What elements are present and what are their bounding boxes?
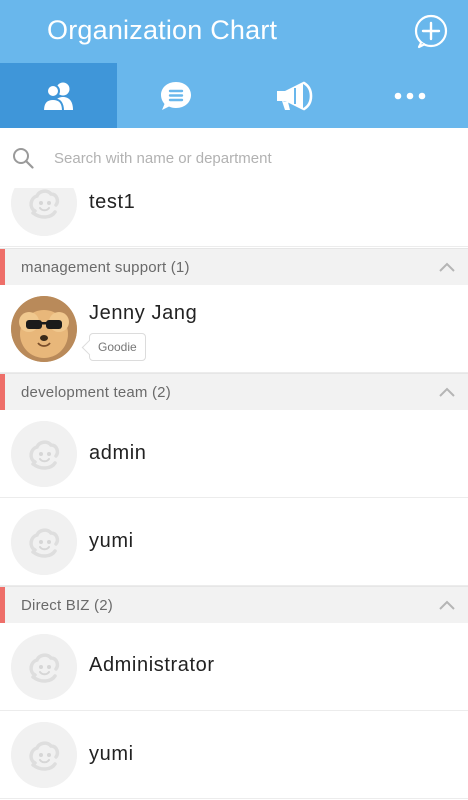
group-accent-bar <box>0 587 5 624</box>
tab-bar <box>0 63 468 128</box>
default-avatar-icon <box>11 634 77 700</box>
member-name: test1 <box>89 191 136 213</box>
default-avatar-icon <box>11 188 77 236</box>
chevron-up-icon[interactable] <box>438 261 456 273</box>
search-icon <box>13 148 34 169</box>
megaphone-icon <box>276 81 312 110</box>
page-title: Organization Chart <box>47 15 278 45</box>
search-input[interactable] <box>54 146 454 170</box>
list-item[interactable]: Jenny Jang Goodie <box>0 285 468 373</box>
member-list: test1 management support (1) Jenny Jang … <box>0 188 468 800</box>
member-name: Administrator <box>89 654 215 676</box>
avatar <box>11 296 77 362</box>
member-name: yumi <box>89 530 134 552</box>
tab-members[interactable] <box>0 63 117 128</box>
list-item[interactable]: yumi <box>0 498 468 586</box>
status-message-bubble: Goodie <box>89 333 146 361</box>
member-name: Jenny Jang <box>89 302 198 324</box>
avatar <box>11 722 77 788</box>
group-header-direct-biz[interactable]: Direct BIZ (2) <box>0 586 468 624</box>
group-header-development-team[interactable]: development team (2) <box>0 373 468 411</box>
default-avatar-icon <box>11 421 77 487</box>
default-avatar-icon <box>11 722 77 788</box>
list-item[interactable]: yumi <box>0 711 468 799</box>
avatar <box>11 509 77 575</box>
more-dots-icon <box>394 92 425 99</box>
tab-more[interactable] <box>351 63 468 128</box>
chat-bubble-icon <box>160 81 191 110</box>
add-button[interactable] <box>413 13 449 49</box>
avatar <box>11 188 77 236</box>
group-accent-bar <box>0 374 5 411</box>
tab-chats[interactable] <box>117 63 234 128</box>
group-label: management support (1) <box>21 259 190 276</box>
chevron-up-icon[interactable] <box>438 599 456 611</box>
app-header: Organization Chart <box>0 0 468 63</box>
default-avatar-icon <box>11 509 77 575</box>
member-name: yumi <box>89 743 134 765</box>
list-item[interactable]: test1 <box>0 188 468 247</box>
chevron-up-icon[interactable] <box>438 386 456 398</box>
avatar <box>11 421 77 487</box>
group-accent-bar <box>0 249 5 286</box>
add-circle-icon <box>414 14 448 49</box>
list-item[interactable]: admin <box>0 410 468 498</box>
group-label: development team (2) <box>21 384 171 401</box>
people-icon <box>41 82 73 112</box>
group-header-management-support[interactable]: management support (1) <box>0 248 468 286</box>
member-name: admin <box>89 442 147 464</box>
photo-dog-sunglasses-icon <box>11 296 77 362</box>
group-label: Direct BIZ (2) <box>21 597 113 614</box>
search-bar <box>0 128 468 188</box>
tab-announcements[interactable] <box>234 63 351 128</box>
avatar <box>11 634 77 700</box>
list-item[interactable]: Administrator <box>0 623 468 711</box>
